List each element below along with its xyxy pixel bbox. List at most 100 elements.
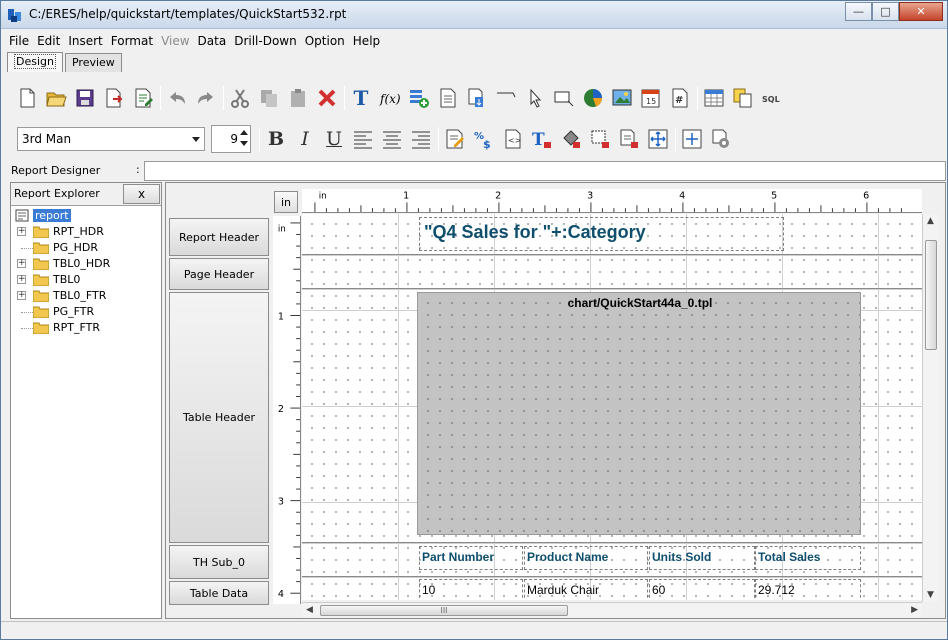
tree-item-rpt-ftr[interactable]: RPT_FTR (11, 320, 161, 336)
column-header-total-sales[interactable]: Total Sales (755, 546, 861, 570)
cell-total-sales[interactable]: 29.712 (755, 579, 861, 600)
save-button[interactable] (73, 86, 97, 110)
open-file-button[interactable] (44, 86, 68, 110)
page-border-button[interactable] (617, 127, 641, 151)
export-button[interactable] (102, 86, 126, 110)
close-explorer-button[interactable]: x (123, 184, 160, 204)
menu-drill-down[interactable]: Drill-Down (230, 34, 301, 48)
unit-toggle-button[interactable]: in (274, 191, 298, 213)
insert-date-button[interactable]: 15 (639, 86, 663, 110)
report-title-field[interactable]: "Q4 Sales for "+:Category (419, 217, 784, 251)
minimize-button[interactable]: — (845, 2, 872, 21)
insert-page-number-button[interactable]: # (668, 86, 692, 110)
tree-item-pg-ftr[interactable]: PG_FTR (11, 304, 161, 320)
report-designer-field[interactable] (144, 161, 946, 181)
menu-format[interactable]: Format (107, 34, 157, 48)
insert-image-button[interactable] (610, 86, 634, 110)
cell-part-number[interactable]: 10 (419, 579, 523, 600)
menu-option[interactable]: Option (301, 34, 349, 48)
expand-icon[interactable]: + (17, 275, 26, 284)
scroll-down-icon[interactable]: ▼ (927, 590, 934, 600)
maximize-button[interactable]: □ (872, 2, 899, 21)
new-file-button[interactable] (15, 86, 39, 110)
scroll-left-icon[interactable]: ◀ (306, 605, 313, 615)
font-size-stepper[interactable]: 9 (211, 125, 251, 153)
vertical-scrollbar[interactable]: ▲ ▼ (922, 214, 939, 602)
insert-rectangle-button[interactable] (552, 86, 576, 110)
insert-html-button[interactable]: <> (501, 127, 525, 151)
band-th-sub-0[interactable]: TH Sub_0 (169, 545, 269, 579)
redo-button[interactable] (194, 86, 218, 110)
align-center-button[interactable] (380, 127, 404, 151)
insert-subreport-button[interactable] (436, 86, 460, 110)
report-settings-button[interactable] (709, 127, 733, 151)
sql-button[interactable]: SQL (760, 86, 784, 110)
spin-up-icon[interactable] (240, 130, 248, 135)
cell-product-name[interactable]: Marduk Chair (524, 579, 648, 600)
copy-button[interactable] (257, 86, 281, 110)
scroll-right-icon[interactable]: ▶ (911, 605, 918, 615)
edit-text-button[interactable] (443, 127, 467, 151)
tab-design[interactable]: Design (7, 52, 63, 72)
report-canvas[interactable]: "Q4 Sales for "+:Category chart/QuickSta… (302, 214, 922, 600)
vertical-scroll-thumb[interactable] (925, 240, 937, 350)
horizontal-scroll-thumb[interactable]: III (320, 605, 568, 616)
band-page-header[interactable]: Page Header (169, 258, 269, 290)
tree-item-tbl0-ftr[interactable]: + TBL0_FTR (11, 288, 161, 304)
tree-item-tbl0-hdr[interactable]: + TBL0_HDR (11, 256, 161, 272)
insert-formula-button[interactable]: f(x) (378, 86, 402, 110)
border-color-button[interactable] (588, 127, 612, 151)
tree-item-rpt-hdr[interactable]: + RPT_HDR (11, 224, 161, 240)
tree-item-tbl0[interactable]: + TBL0 (11, 272, 161, 288)
align-right-button[interactable] (409, 127, 433, 151)
expand-icon[interactable]: + (17, 227, 26, 236)
menu-edit[interactable]: Edit (33, 34, 64, 48)
select-pointer-button[interactable] (523, 86, 547, 110)
font-family-select[interactable]: 3rd Man (17, 127, 205, 151)
band-divider (302, 576, 922, 578)
delete-button[interactable] (315, 86, 339, 110)
horizontal-scrollbar[interactable]: ◀ III ▶ (302, 602, 922, 618)
menu-insert[interactable]: Insert (64, 34, 106, 48)
underline-button[interactable]: U (322, 127, 346, 151)
fill-color-button[interactable] (559, 127, 583, 151)
paste-button[interactable] (286, 86, 310, 110)
tab-preview[interactable]: Preview (64, 53, 122, 72)
crosstab-button[interactable] (731, 86, 755, 110)
align-left-button[interactable] (351, 127, 375, 151)
menu-help[interactable]: Help (349, 34, 384, 48)
close-window-button[interactable]: ✕ (899, 2, 943, 21)
undo-button[interactable] (165, 86, 189, 110)
insert-table-button[interactable] (702, 86, 726, 110)
expand-icon[interactable]: + (17, 291, 26, 300)
text-color-button[interactable]: T (530, 127, 554, 151)
italic-button[interactable]: I (293, 127, 317, 151)
cell-units-sold[interactable]: 60 (649, 579, 755, 600)
tree-item-pg-hdr[interactable]: PG_HDR (11, 240, 161, 256)
bold-button[interactable]: B (264, 127, 288, 151)
cut-button[interactable] (228, 86, 252, 110)
menu-data[interactable]: Data (194, 34, 231, 48)
band-report-header[interactable]: Report Header (169, 218, 269, 256)
move-button[interactable] (646, 127, 670, 151)
tree-item-report[interactable]: report (11, 208, 161, 224)
column-header-product-name[interactable]: Product Name (524, 546, 648, 570)
band-table-header[interactable]: Table Header (169, 292, 269, 543)
align-grid-button[interactable] (680, 127, 704, 151)
menu-file[interactable]: File (5, 34, 33, 48)
column-header-part-number[interactable]: Part Number (419, 546, 523, 570)
menu-view[interactable]: View (157, 34, 193, 48)
insert-label-button[interactable]: T (349, 86, 373, 110)
insert-chart-button[interactable] (581, 86, 605, 110)
scroll-up-icon[interactable]: ▲ (927, 216, 934, 226)
spin-down-icon[interactable] (240, 141, 248, 146)
insert-line-button[interactable] (494, 86, 518, 110)
format-number-button[interactable]: % $ (472, 127, 496, 151)
column-header-units-sold[interactable]: Units Sold (649, 546, 755, 570)
chart-placeholder[interactable]: chart/QuickStart44a_0.tpl (417, 292, 861, 535)
insert-drilldown-button[interactable] (465, 86, 489, 110)
band-table-data[interactable]: Table Data (169, 581, 269, 605)
expand-icon[interactable]: + (17, 259, 26, 268)
insert-db-field-button[interactable] (407, 86, 431, 110)
edit-document-button[interactable] (131, 86, 155, 110)
